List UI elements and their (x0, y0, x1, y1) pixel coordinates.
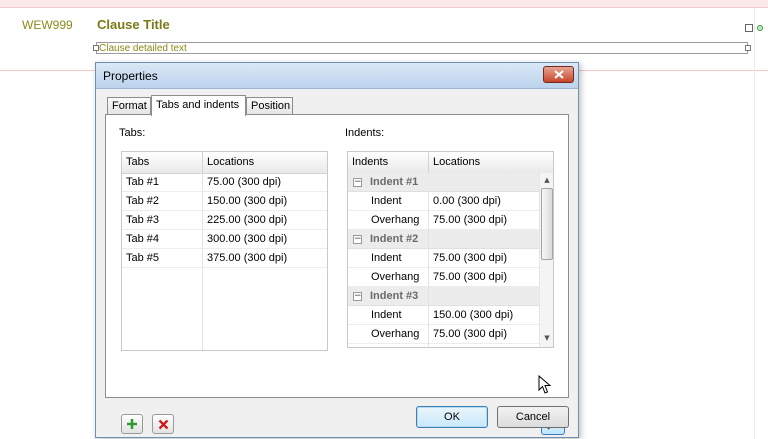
indent-group-row[interactable]: − Indent #1 (348, 173, 539, 192)
indent-group-label: Indent #3 (370, 290, 419, 302)
status-dot-icon (757, 25, 763, 31)
indent-label-cell: Indent (371, 195, 402, 207)
tab-name-cell: Tab #1 (126, 176, 160, 188)
indents-grid-header: Indents Locations (348, 152, 553, 174)
add-tab-button[interactable] (121, 414, 143, 434)
table-row[interactable]: Tab #3 225.00 (300 dpi) (122, 211, 327, 230)
table-row[interactable]: Tab #2 150.00 (300 dpi) (122, 192, 327, 211)
tab-name-cell: Tab #2 (126, 195, 160, 207)
dialog-title: Properties (103, 69, 158, 83)
mouse-cursor-icon (538, 375, 552, 394)
delete-icon (158, 419, 168, 429)
tab-panel-tabs-and-indents: Tabs: Tabs Locations Tab #1 75.00 (300 d… (105, 114, 569, 435)
indent-group-label: Indent #2 (370, 233, 419, 245)
indents-column-header[interactable]: Indents (348, 152, 429, 173)
tab-tabs-and-indents[interactable]: Tabs and indents (151, 95, 246, 116)
table-row[interactable]: Overhang 75.00 (300 dpi) (348, 268, 539, 287)
resize-handle-right[interactable] (745, 45, 751, 51)
table-row[interactable]: Indent 0.00 (300 dpi) (348, 192, 539, 211)
properties-dialog: Properties Format Tabs and indents Posit… (95, 62, 579, 438)
close-icon (553, 70, 564, 79)
overhang-value-cell: 75.00 (300 dpi) (433, 328, 507, 340)
table-row[interactable]: Indent 75.00 (300 dpi) (348, 249, 539, 268)
tab-location-cell: 375.00 (300 dpi) (207, 252, 288, 264)
tab-position[interactable]: Position (246, 97, 293, 115)
indent-locations-column-header[interactable]: Locations (429, 152, 553, 173)
tabs-column-header[interactable]: Tabs (122, 152, 203, 173)
collapse-toggle-icon[interactable]: − (353, 292, 362, 301)
tab-location-cell: 300.00 (300 dpi) (207, 233, 288, 245)
tab-location-cell: 150.00 (300 dpi) (207, 195, 288, 207)
document-top-band (0, 0, 768, 7)
indent-value-cell: 150.00 (300 dpi) (433, 309, 514, 321)
indent-group-row[interactable]: − Indent #2 (348, 230, 539, 249)
indents-column-divider (428, 192, 429, 347)
clause-text-field[interactable]: Clause detailed text (96, 42, 748, 54)
overhang-label-cell: Overhang (371, 214, 420, 226)
close-button[interactable] (543, 66, 574, 83)
indent-value-cell: 0.00 (300 dpi) (433, 195, 501, 207)
indent-label-cell: Indent (371, 252, 402, 264)
indent-label-cell: Indent (371, 309, 402, 321)
overhang-label-cell: Overhang (371, 328, 420, 340)
tabs-grid-header: Tabs Locations (122, 152, 327, 174)
collapse-toggle-icon[interactable]: − (353, 235, 362, 244)
locations-column-header[interactable]: Locations (203, 152, 327, 173)
tab-location-cell: 75.00 (300 dpi) (207, 176, 281, 188)
indent-value-cell: 75.00 (300 dpi) (433, 252, 507, 264)
overhang-value-cell: 75.00 (300 dpi) (433, 271, 507, 283)
table-row[interactable]: Tab #5 375.00 (300 dpi) (122, 249, 327, 268)
overhang-value-cell: 75.00 (300 dpi) (433, 214, 507, 226)
table-row[interactable]: Tab #4 300.00 (300 dpi) (122, 230, 327, 249)
scroll-down-arrow-icon[interactable]: ▼ (540, 331, 553, 345)
clause-id: WEW999 (22, 18, 73, 32)
table-row[interactable]: Tab #1 75.00 (300 dpi) (122, 173, 327, 192)
clause-title[interactable]: Clause Title (97, 17, 170, 32)
document-right-rule (754, 0, 755, 439)
dialog-titlebar[interactable]: Properties (96, 63, 578, 89)
tab-name-cell: Tab #5 (126, 252, 160, 264)
table-row[interactable]: Overhang 75.00 (300 dpi) (348, 211, 539, 230)
tab-name-cell: Tab #4 (126, 233, 160, 245)
cancel-button[interactable]: Cancel (497, 406, 569, 428)
table-row[interactable]: Indent 150.00 (300 dpi) (348, 306, 539, 325)
indents-grid: Indents Locations − Indent #1 Indent 0.0… (347, 151, 554, 348)
tab-location-cell: 225.00 (300 dpi) (207, 214, 288, 226)
scroll-up-arrow-icon[interactable]: ▲ (540, 173, 553, 187)
indent-group-row[interactable]: − Indent #3 (348, 287, 539, 306)
remove-tab-button[interactable] (152, 414, 174, 434)
indent-group-label: Indent #1 (370, 176, 419, 188)
indents-section-label: Indents: (345, 127, 385, 139)
table-row[interactable]: Overhang 75.00 (300 dpi) (348, 325, 539, 344)
tab-format[interactable]: Format (107, 97, 151, 115)
resize-handle-left[interactable] (93, 45, 99, 51)
plus-icon (127, 419, 137, 429)
clause-select-checkbox[interactable] (745, 24, 753, 32)
collapse-toggle-icon[interactable]: − (353, 178, 362, 187)
tabs-grid: Tabs Locations Tab #1 75.00 (300 dpi) Ta… (121, 151, 328, 351)
document-margin-line (0, 7, 768, 8)
tab-name-cell: Tab #3 (126, 214, 160, 226)
ok-button[interactable]: OK (416, 406, 488, 428)
scrollbar-thumb[interactable] (541, 188, 553, 260)
indents-scrollbar[interactable]: ▲ ▼ (539, 173, 553, 347)
overhang-label-cell: Overhang (371, 271, 420, 283)
tabs-section-label: Tabs: (119, 127, 146, 139)
